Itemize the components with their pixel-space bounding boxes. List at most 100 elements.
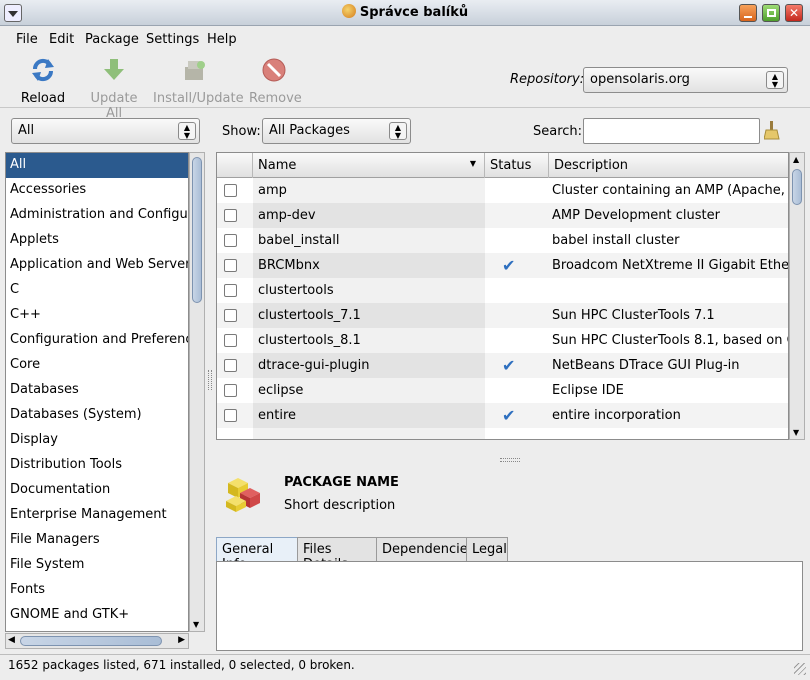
scroll-right-icon[interactable]: ▶	[178, 635, 185, 645]
package-description-cell: NetBeans DTrace GUI Plug-in	[552, 358, 740, 373]
tab-general-info[interactable]: General Info	[216, 537, 298, 572]
category-item[interactable]: Accessories	[6, 178, 188, 203]
table-row[interactable]: BRCMbnx ✔ Broadcom NetXtreme II Gigabit Et…	[217, 253, 789, 278]
category-scroll-thumb[interactable]	[192, 157, 202, 303]
header-name[interactable]: Name ▼	[253, 153, 485, 178]
select-checkbox[interactable]	[224, 184, 237, 197]
header-select-column[interactable]	[217, 153, 253, 178]
table-scrollbar[interactable]: ▲ ▼	[789, 152, 805, 440]
reload-button[interactable]: Reload	[18, 57, 68, 106]
select-checkbox[interactable]	[224, 259, 237, 272]
install-update-label: Install/Update	[153, 91, 244, 106]
category-item[interactable]: Databases (System)	[6, 403, 188, 428]
category-item[interactable]: All	[6, 153, 188, 178]
category-select[interactable]: All ▲ ▼	[11, 118, 200, 144]
package-description-cell: Sun HPC ClusterTools 7.1	[552, 308, 715, 323]
select-checkbox[interactable]	[224, 209, 237, 222]
reload-label: Reload	[20, 91, 66, 106]
select-checkbox[interactable]	[224, 234, 237, 247]
category-item[interactable]: Documentation	[6, 478, 188, 503]
select-checkbox[interactable]	[224, 359, 237, 372]
category-item[interactable]: GNOME and GTK+	[6, 603, 188, 628]
menu-package[interactable]: Package	[85, 32, 139, 47]
toolbar: Reload Update All Install/Update Remove …	[0, 51, 810, 121]
table-row[interactable]: clustertools_7.1 Sun HPC ClusterTools 7.1	[217, 303, 788, 328]
select-checkbox[interactable]	[224, 309, 237, 322]
menu-file[interactable]: File	[16, 32, 38, 47]
table-row[interactable]: amp-dev AMP Development cluster	[217, 203, 788, 228]
table-row[interactable]: babel_install babel install cluster	[217, 228, 788, 253]
category-item[interactable]: Display	[6, 428, 188, 453]
select-checkbox[interactable]	[224, 284, 237, 297]
scroll-down-icon[interactable]: ▼	[793, 428, 799, 437]
install-update-button[interactable]: Install/Update	[153, 57, 244, 106]
table-row[interactable]: amp Cluster containing an AMP (Apache, My…	[217, 178, 788, 203]
close-button[interactable]: ✕	[785, 4, 803, 22]
scroll-up-icon[interactable]: ▲	[793, 155, 799, 164]
tab-dependencies[interactable]: Dependencies	[376, 537, 475, 562]
update-all-button[interactable]: Update All	[82, 57, 146, 121]
select-checkbox[interactable]	[224, 409, 237, 422]
status-text: 1652 packages listed, 671 installed, 0 s…	[8, 658, 355, 672]
category-hscrollbar[interactable]: ◀ ▶	[5, 633, 189, 649]
menu-help[interactable]: Help	[207, 32, 237, 47]
tab-legal[interactable]: Legal	[466, 537, 508, 562]
scroll-left-icon[interactable]: ◀	[8, 635, 15, 645]
minimize-button[interactable]	[739, 4, 757, 22]
pane-splitter-handle[interactable]	[208, 370, 212, 390]
table-row-partial	[217, 428, 788, 439]
package-name-cell: dtrace-gui-plugin	[253, 353, 485, 378]
tab-files-details[interactable]: Files Details	[297, 537, 377, 572]
general-info-panel	[216, 561, 803, 651]
table-row[interactable]: dtrace-gui-plugin ✔ NetBeans DTrace GUI Pl…	[217, 353, 788, 378]
title-bar: Správce balíků ✕	[0, 0, 810, 26]
category-list[interactable]: All Accessories Administration and Configu…	[5, 152, 189, 632]
table-row[interactable]: entire ✔ entire incorporation	[217, 403, 788, 428]
show-label: Show:	[222, 124, 261, 139]
remove-button[interactable]: Remove	[249, 57, 302, 106]
table-row[interactable]: clustertools_8.1 Sun HPC ClusterTools 8.1…	[217, 328, 788, 353]
category-item[interactable]: Distribution Tools	[6, 453, 188, 478]
table-row[interactable]: eclipse Eclipse IDE	[217, 378, 788, 403]
show-select[interactable]: All Packages ▲ ▼	[262, 118, 411, 144]
category-scrollbar[interactable]: ▼	[189, 152, 205, 632]
category-item[interactable]: File Managers	[6, 528, 188, 553]
category-hscroll-thumb[interactable]	[20, 636, 162, 646]
scroll-down-icon[interactable]: ▼	[193, 620, 199, 629]
resize-grip-icon[interactable]	[794, 663, 806, 675]
table-header: Name ▼ Status Description	[217, 153, 788, 178]
table-row[interactable]: clustertools	[217, 278, 788, 303]
select-checkbox[interactable]	[224, 334, 237, 347]
category-item[interactable]: Core	[6, 353, 188, 378]
package-name: PACKAGE NAME	[284, 475, 399, 490]
header-status[interactable]: Status	[485, 153, 549, 178]
category-item[interactable]: C++	[6, 303, 188, 328]
header-description[interactable]: Description	[549, 153, 788, 178]
close-icon: ✕	[788, 6, 800, 20]
package-name-cell: eclipse	[253, 378, 485, 403]
maximize-button[interactable]	[762, 4, 780, 22]
category-item[interactable]: Applets	[6, 228, 188, 253]
table-scroll-thumb[interactable]	[792, 169, 802, 205]
category-item[interactable]: Enterprise Management	[6, 503, 188, 528]
status-bar: 1652 packages listed, 671 installed, 0 s…	[0, 654, 810, 680]
select-checkbox[interactable]	[224, 384, 237, 397]
remove-label: Remove	[249, 91, 302, 106]
category-item[interactable]: Application and Web Servers	[6, 253, 188, 278]
search-input[interactable]	[583, 118, 760, 144]
repository-select[interactable]: opensolaris.org ▲ ▼	[583, 67, 788, 93]
detail-splitter-handle[interactable]	[500, 458, 520, 462]
installed-check-icon: ✔	[502, 406, 516, 425]
clear-search-icon[interactable]	[764, 120, 780, 140]
menu-settings[interactable]: Settings	[146, 32, 199, 47]
category-item[interactable]: Configuration and Preferences	[6, 328, 188, 353]
category-item[interactable]: Fonts	[6, 578, 188, 603]
package-description-cell: Broadcom NetXtreme II Gigabit Ethernet	[552, 258, 789, 273]
category-item[interactable]: C	[6, 278, 188, 303]
category-item[interactable]: Administration and Configuration	[6, 203, 188, 228]
chevron-updown-icon: ▲ ▼	[766, 71, 784, 89]
category-item[interactable]: Databases	[6, 378, 188, 403]
menu-edit[interactable]: Edit	[49, 32, 74, 47]
package-icon	[226, 478, 260, 512]
category-item[interactable]: File System	[6, 553, 188, 578]
